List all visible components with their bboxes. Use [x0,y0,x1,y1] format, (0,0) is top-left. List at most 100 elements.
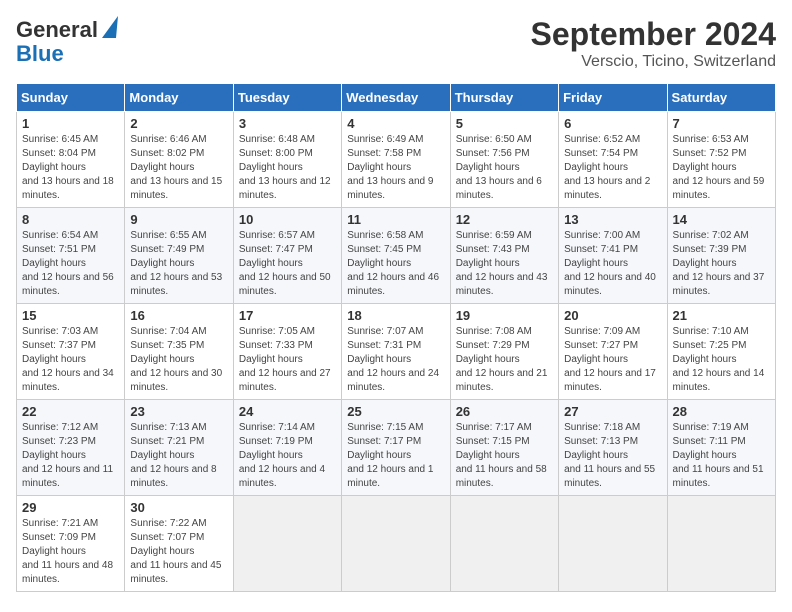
day-number: 19 [456,308,553,323]
day-number: 29 [22,500,119,515]
table-row: 15 Sunrise: 7:03 AM Sunset: 7:37 PM Dayl… [17,304,125,400]
table-row: 21 Sunrise: 7:10 AM Sunset: 7:25 PM Dayl… [667,304,775,400]
day-number: 15 [22,308,119,323]
table-row: 19 Sunrise: 7:08 AM Sunset: 7:29 PM Dayl… [450,304,558,400]
col-monday: Monday [125,84,233,112]
day-detail: Sunrise: 6:45 AM Sunset: 8:04 PM Dayligh… [22,133,119,203]
day-number: 10 [239,212,336,227]
day-detail: Sunrise: 6:49 AM Sunset: 7:58 PM Dayligh… [347,133,444,203]
day-detail: Sunrise: 6:53 AM Sunset: 7:52 PM Dayligh… [673,133,770,203]
table-row: 6 Sunrise: 6:52 AM Sunset: 7:54 PM Dayli… [559,112,667,208]
col-sunday: Sunday [17,84,125,112]
calendar-row: 8 Sunrise: 6:54 AM Sunset: 7:51 PM Dayli… [17,208,776,304]
calendar-title: September 2024 [531,16,776,53]
day-number: 11 [347,212,444,227]
day-detail: Sunrise: 7:15 AM Sunset: 7:17 PM Dayligh… [347,421,444,491]
table-row: 7 Sunrise: 6:53 AM Sunset: 7:52 PM Dayli… [667,112,775,208]
day-detail: Sunrise: 7:21 AM Sunset: 7:09 PM Dayligh… [22,517,119,587]
table-row: 26 Sunrise: 7:17 AM Sunset: 7:15 PM Dayl… [450,400,558,496]
table-row [667,496,775,592]
table-row: 13 Sunrise: 7:00 AM Sunset: 7:41 PM Dayl… [559,208,667,304]
day-number: 27 [564,404,661,419]
day-detail: Sunrise: 6:59 AM Sunset: 7:43 PM Dayligh… [456,229,553,299]
calendar-row: 22 Sunrise: 7:12 AM Sunset: 7:23 PM Dayl… [17,400,776,496]
day-detail: Sunrise: 7:03 AM Sunset: 7:37 PM Dayligh… [22,325,119,395]
day-number: 22 [22,404,119,419]
day-number: 2 [130,116,227,131]
day-number: 5 [456,116,553,131]
day-detail: Sunrise: 7:12 AM Sunset: 7:23 PM Dayligh… [22,421,119,491]
table-row: 30 Sunrise: 7:22 AM Sunset: 7:07 PM Dayl… [125,496,233,592]
day-number: 16 [130,308,227,323]
day-number: 6 [564,116,661,131]
day-number: 14 [673,212,770,227]
table-row: 14 Sunrise: 7:02 AM Sunset: 7:39 PM Dayl… [667,208,775,304]
day-detail: Sunrise: 6:54 AM Sunset: 7:51 PM Dayligh… [22,229,119,299]
day-number: 30 [130,500,227,515]
day-number: 12 [456,212,553,227]
day-detail: Sunrise: 7:13 AM Sunset: 7:21 PM Dayligh… [130,421,227,491]
day-number: 7 [673,116,770,131]
day-detail: Sunrise: 7:10 AM Sunset: 7:25 PM Dayligh… [673,325,770,395]
table-row [233,496,341,592]
day-detail: Sunrise: 6:52 AM Sunset: 7:54 PM Dayligh… [564,133,661,203]
day-number: 8 [22,212,119,227]
day-number: 17 [239,308,336,323]
table-row: 1 Sunrise: 6:45 AM Sunset: 8:04 PM Dayli… [17,112,125,208]
table-row: 17 Sunrise: 7:05 AM Sunset: 7:33 PM Dayl… [233,304,341,400]
table-row: 27 Sunrise: 7:18 AM Sunset: 7:13 PM Dayl… [559,400,667,496]
table-row: 29 Sunrise: 7:21 AM Sunset: 7:09 PM Dayl… [17,496,125,592]
table-row: 18 Sunrise: 7:07 AM Sunset: 7:31 PM Dayl… [342,304,450,400]
day-detail: Sunrise: 7:22 AM Sunset: 7:07 PM Dayligh… [130,517,227,587]
day-number: 9 [130,212,227,227]
table-row: 16 Sunrise: 7:04 AM Sunset: 7:35 PM Dayl… [125,304,233,400]
table-row: 2 Sunrise: 6:46 AM Sunset: 8:02 PM Dayli… [125,112,233,208]
logo-arrow-icon [100,16,118,38]
calendar-header-row: Sunday Monday Tuesday Wednesday Thursday… [17,84,776,112]
day-detail: Sunrise: 6:55 AM Sunset: 7:49 PM Dayligh… [130,229,227,299]
day-detail: Sunrise: 6:50 AM Sunset: 7:56 PM Dayligh… [456,133,553,203]
col-wednesday: Wednesday [342,84,450,112]
day-number: 23 [130,404,227,419]
logo-general: General [16,19,98,41]
day-number: 3 [239,116,336,131]
table-row: 12 Sunrise: 6:59 AM Sunset: 7:43 PM Dayl… [450,208,558,304]
day-detail: Sunrise: 7:02 AM Sunset: 7:39 PM Dayligh… [673,229,770,299]
table-row: 22 Sunrise: 7:12 AM Sunset: 7:23 PM Dayl… [17,400,125,496]
day-number: 1 [22,116,119,131]
table-row: 8 Sunrise: 6:54 AM Sunset: 7:51 PM Dayli… [17,208,125,304]
day-detail: Sunrise: 7:17 AM Sunset: 7:15 PM Dayligh… [456,421,553,491]
table-row [342,496,450,592]
table-row: 5 Sunrise: 6:50 AM Sunset: 7:56 PM Dayli… [450,112,558,208]
day-number: 4 [347,116,444,131]
calendar-row: 15 Sunrise: 7:03 AM Sunset: 7:37 PM Dayl… [17,304,776,400]
day-detail: Sunrise: 7:05 AM Sunset: 7:33 PM Dayligh… [239,325,336,395]
day-number: 25 [347,404,444,419]
table-row: 10 Sunrise: 6:57 AM Sunset: 7:47 PM Dayl… [233,208,341,304]
day-number: 28 [673,404,770,419]
day-detail: Sunrise: 7:09 AM Sunset: 7:27 PM Dayligh… [564,325,661,395]
day-number: 24 [239,404,336,419]
table-row: 25 Sunrise: 7:15 AM Sunset: 7:17 PM Dayl… [342,400,450,496]
logo: General Blue [16,16,118,66]
day-detail: Sunrise: 6:48 AM Sunset: 8:00 PM Dayligh… [239,133,336,203]
page-header: General Blue September 2024 Verscio, Tic… [16,16,776,71]
day-detail: Sunrise: 7:18 AM Sunset: 7:13 PM Dayligh… [564,421,661,491]
calendar-table: Sunday Monday Tuesday Wednesday Thursday… [16,83,776,592]
logo-blue: Blue [16,41,64,66]
table-row [450,496,558,592]
day-number: 21 [673,308,770,323]
table-row: 24 Sunrise: 7:14 AM Sunset: 7:19 PM Dayl… [233,400,341,496]
table-row: 11 Sunrise: 6:58 AM Sunset: 7:45 PM Dayl… [342,208,450,304]
day-detail: Sunrise: 7:00 AM Sunset: 7:41 PM Dayligh… [564,229,661,299]
col-friday: Friday [559,84,667,112]
table-row: 3 Sunrise: 6:48 AM Sunset: 8:00 PM Dayli… [233,112,341,208]
calendar-row: 1 Sunrise: 6:45 AM Sunset: 8:04 PM Dayli… [17,112,776,208]
day-number: 26 [456,404,553,419]
table-row: 20 Sunrise: 7:09 AM Sunset: 7:27 PM Dayl… [559,304,667,400]
calendar-row: 29 Sunrise: 7:21 AM Sunset: 7:09 PM Dayl… [17,496,776,592]
table-row: 28 Sunrise: 7:19 AM Sunset: 7:11 PM Dayl… [667,400,775,496]
calendar-subtitle: Verscio, Ticino, Switzerland [531,53,776,71]
day-detail: Sunrise: 7:04 AM Sunset: 7:35 PM Dayligh… [130,325,227,395]
day-detail: Sunrise: 6:57 AM Sunset: 7:47 PM Dayligh… [239,229,336,299]
